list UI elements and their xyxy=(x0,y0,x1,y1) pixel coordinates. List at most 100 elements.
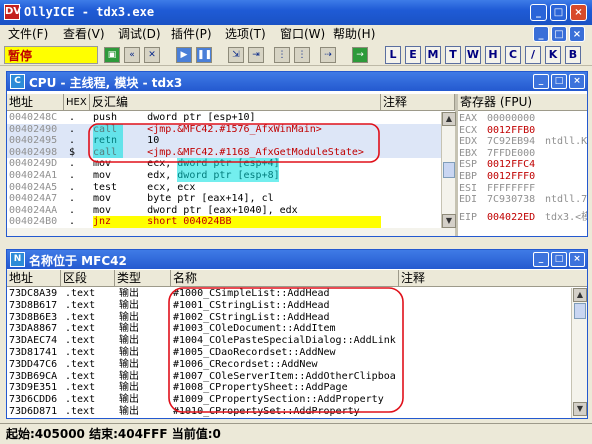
close-button[interactable]: × xyxy=(570,4,587,21)
cpu-maximize-button[interactable]: □ xyxy=(551,74,567,89)
menu-plugins[interactable]: 插件(P) xyxy=(171,26,212,42)
mdi-restore-button[interactable]: □ xyxy=(551,26,567,42)
register-value: 7FFDE000 xyxy=(487,147,536,159)
row-hex: . xyxy=(69,169,76,181)
names-window-icon: N xyxy=(10,252,25,267)
register-row[interactable]: EDI 7C930738 ntdll.7 xyxy=(459,194,587,206)
cell-address: 73D8B617 xyxy=(9,299,58,311)
names-minimize-button[interactable]: _ xyxy=(533,252,549,267)
register-row[interactable]: EIP 004022ED tdx3.<模 xyxy=(459,212,587,224)
goto-icon[interactable]: → xyxy=(352,47,368,63)
col-disassembly[interactable]: 反汇编 xyxy=(90,94,381,111)
register-row[interactable]: ECX 0012FFB0 xyxy=(459,125,587,137)
register-row[interactable]: EBP 0012FFF0 xyxy=(459,171,587,183)
memory-window-button[interactable]: M xyxy=(425,46,441,64)
register-row[interactable]: EBX 7FFDE000 xyxy=(459,148,587,160)
scroll-down-icon[interactable]: ▼ xyxy=(442,214,456,228)
mdi-close-button[interactable]: × xyxy=(569,26,585,42)
cpu-window-button[interactable]: C xyxy=(505,46,521,64)
register-row[interactable]: EDX 7C92EB94 ntdll.K xyxy=(459,136,587,148)
row-address: 004024A1 xyxy=(9,169,58,181)
register-comment: ntdll.7 xyxy=(545,194,587,206)
names-window: N 名称位于 MFC42 _ □ × 地址 区段 类型 名称 注释 73DC8A… xyxy=(6,249,588,419)
disasm-row[interactable]: 004024A7. mov byte ptr [eax+14], cl xyxy=(7,193,441,205)
register-value: 7C930738 xyxy=(487,194,536,206)
mdi-minimize-button[interactable]: _ xyxy=(533,26,549,42)
cell-section: .text xyxy=(65,370,96,382)
step-into-icon[interactable]: ⇲ xyxy=(228,47,244,63)
col-address[interactable]: 地址 xyxy=(7,94,64,111)
log-window-button[interactable]: L xyxy=(385,46,401,64)
disasm-row[interactable]: 004024B0. jnz short 004024BB xyxy=(7,216,441,228)
close-debug-icon[interactable]: ✕ xyxy=(144,47,160,63)
cell-section: .text xyxy=(65,288,96,299)
windows-window-button[interactable]: W xyxy=(465,46,481,64)
row-hex: . xyxy=(69,158,76,170)
menu-bar: 文件(F) 查看(V) 调试(D) 插件(P) 选项(T) 窗口(W) 帮助(H… xyxy=(0,25,592,44)
cell-type: 输出 xyxy=(119,370,139,382)
menu-help[interactable]: 帮助(H) xyxy=(333,26,375,42)
registers-list[interactable]: EAX 00000000 ECX 0012FFB0 EDX 7C92EB94 ntdll.K… xyxy=(459,113,587,235)
names-close-button[interactable]: × xyxy=(569,252,585,267)
minimize-button[interactable]: _ xyxy=(530,4,547,21)
app-icon: DV xyxy=(4,4,21,20)
trace-over-icon[interactable]: ⋮ xyxy=(294,47,310,63)
step-over-icon[interactable]: ⇥ xyxy=(248,47,264,63)
threads-window-button[interactable]: T xyxy=(445,46,461,64)
register-row[interactable]: EAX 00000000 xyxy=(459,113,587,125)
disasm-row[interactable]: 004024AA. mov dword ptr [eax+1040], edx xyxy=(7,205,441,217)
cell-section: .text xyxy=(65,405,96,417)
col-address[interactable]: 地址 xyxy=(7,270,61,287)
register-comment: tdx3.<模 xyxy=(545,211,587,223)
modules-window-button[interactable]: E xyxy=(405,46,421,64)
register-row[interactable]: ESP 0012FFC4 xyxy=(459,159,587,171)
callstack-window-button[interactable]: K xyxy=(545,46,561,64)
cell-type: 输出 xyxy=(119,405,139,417)
execute-till-return-icon[interactable]: ⇢ xyxy=(320,47,336,63)
names-vscrollbar[interactable]: ▲ ▼ xyxy=(571,288,587,418)
cell-section: .text xyxy=(65,346,96,358)
register-name: EDI xyxy=(459,194,478,206)
col-type[interactable]: 类型 xyxy=(115,270,171,287)
scroll-down-icon[interactable]: ▼ xyxy=(573,402,587,416)
pause-icon[interactable]: ❚❚ xyxy=(196,47,212,63)
cell-type: 输出 xyxy=(119,335,139,347)
col-comment[interactable]: 注释 xyxy=(399,270,587,287)
menu-file[interactable]: 文件(F) xyxy=(8,26,48,42)
scroll-thumb[interactable] xyxy=(443,162,455,178)
names-maximize-button[interactable]: □ xyxy=(551,252,567,267)
restart-icon[interactable]: « xyxy=(124,47,140,63)
cpu-close-button[interactable]: × xyxy=(569,74,585,89)
menu-debug[interactable]: 调试(D) xyxy=(118,26,161,42)
col-section[interactable]: 区段 xyxy=(61,270,115,287)
col-name[interactable]: 名称 xyxy=(171,270,399,287)
menu-view[interactable]: 查看(V) xyxy=(63,26,105,42)
disasm-vscrollbar[interactable]: ▲ ▼ xyxy=(441,112,456,228)
scroll-up-icon[interactable]: ▲ xyxy=(442,112,456,126)
disasm-row[interactable]: 004024A5. test ecx, ecx xyxy=(7,182,441,194)
cell-address: 73DC8A39 xyxy=(9,288,58,299)
disasm-row[interactable]: 004024A1.mov edx, dword ptr [esp+8] xyxy=(7,169,441,182)
open-icon[interactable]: ▣ xyxy=(104,47,120,63)
cpu-minimize-button[interactable]: _ xyxy=(533,74,549,89)
register-row[interactable]: ESI FFFFFFFF xyxy=(459,183,587,195)
cell-address: 73D6CDD6 xyxy=(9,394,58,406)
menu-window[interactable]: 窗口(W) xyxy=(280,26,325,42)
trace-into-icon[interactable]: ⋮ xyxy=(274,47,290,63)
cell-address: 73D8B6E3 xyxy=(9,311,58,323)
col-registers[interactable]: 寄存器 (FPU) xyxy=(458,94,587,111)
disasm-hscrollbar[interactable] xyxy=(7,228,455,236)
cell-section: .text xyxy=(65,299,96,311)
scroll-thumb[interactable] xyxy=(574,303,586,319)
menu-options[interactable]: 选项(T) xyxy=(225,26,266,42)
maximize-button[interactable]: □ xyxy=(550,4,567,21)
patches-window-button[interactable]: / xyxy=(525,46,541,64)
col-comment[interactable]: 注释 xyxy=(381,94,455,111)
scroll-up-icon[interactable]: ▲ xyxy=(573,288,587,302)
col-hex[interactable]: HEX xyxy=(64,94,90,111)
breakpoints-window-button[interactable]: B xyxy=(565,46,581,64)
cell-type: 输出 xyxy=(119,323,139,335)
run-icon[interactable]: ▶ xyxy=(176,47,192,63)
handles-window-button[interactable]: H xyxy=(485,46,501,64)
cell-section: .text xyxy=(65,323,96,335)
